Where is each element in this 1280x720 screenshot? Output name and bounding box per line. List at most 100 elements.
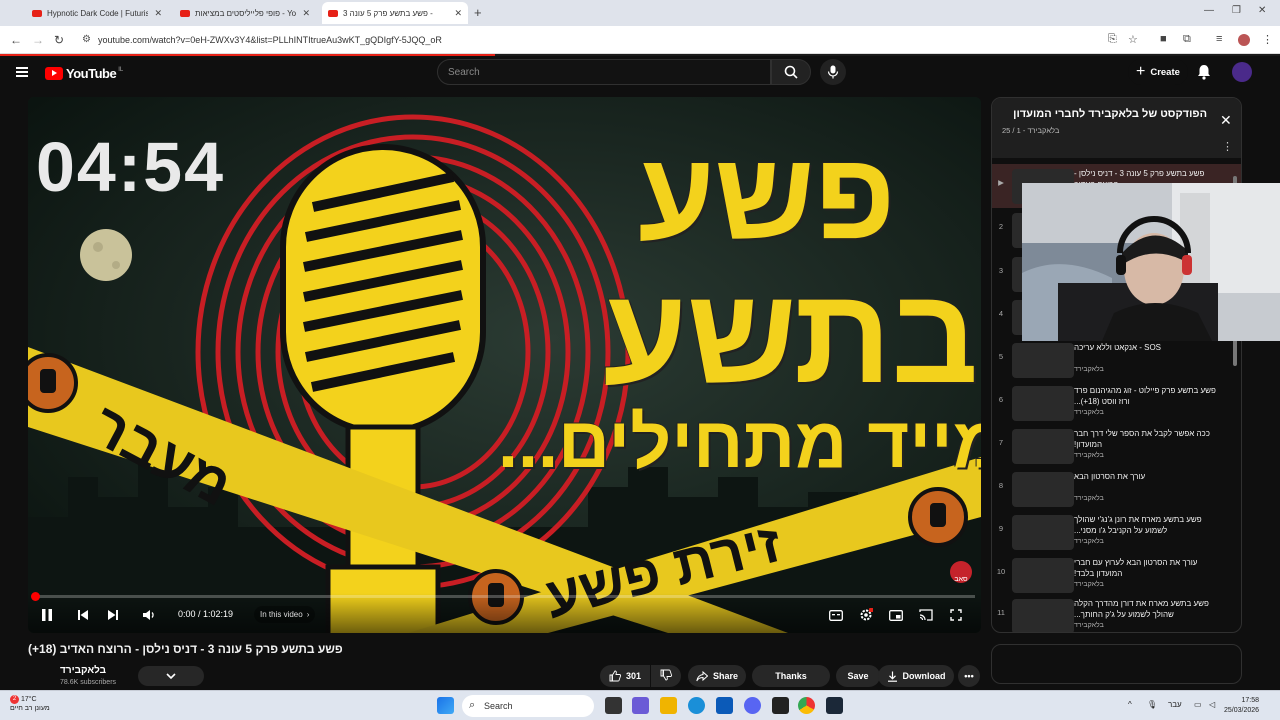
browser-tab[interactable]: פופי פלייליסטים במציאות - YouTube ✕ <box>174 2 316 24</box>
minimize-icon[interactable]: — <box>1204 5 1214 16</box>
tray-mic-icon[interactable]: 🎙 <box>1147 700 1157 709</box>
playlist-item[interactable]: 7 ככה אפשר לקבל את הספר שלי דרך חבר המוע… <box>992 424 1241 468</box>
channel-name[interactable]: בלאקבירד <box>60 665 106 676</box>
download-button[interactable]: Download <box>878 665 954 687</box>
playlist-item[interactable]: 9 פשע בתשע מארח את רונן ג'נג'י שהולך לשמ… <box>992 510 1241 554</box>
url-field[interactable]: ⚙ youtube.com/watch?v=0eH-ZWXv3Y4&list=P… <box>76 30 1096 50</box>
cast-button[interactable] <box>917 607 935 623</box>
skip-next-icon <box>108 610 118 620</box>
seek-bar[interactable] <box>31 592 975 601</box>
previous-button[interactable] <box>74 607 92 623</box>
browser-menu-icon[interactable]: ⋮ <box>1262 33 1273 46</box>
like-button[interactable]: 301 <box>600 665 650 687</box>
playlist-thumbnail <box>1012 599 1074 632</box>
fullscreen-icon <box>950 609 962 621</box>
teams-icon[interactable] <box>632 697 649 714</box>
url-text: youtube.com/watch?v=0eH-ZWXv3Y4&list=PLL… <box>98 35 442 45</box>
next-button[interactable] <box>104 607 122 623</box>
extension-icon[interactable]: ■ <box>1160 33 1167 45</box>
media-controls-icon[interactable]: ≡ <box>1216 33 1222 45</box>
playlist-item[interactable]: 5 SOS - אנקאט וללא עריכה בלאקבירד <box>992 338 1241 382</box>
dislike-button[interactable] <box>651 665 681 687</box>
speaker-icon[interactable]: ◁ <box>1209 700 1215 709</box>
search-icon <box>784 65 798 79</box>
profile-avatar-icon[interactable] <box>1238 34 1250 46</box>
store-icon[interactable] <box>716 697 733 714</box>
steam-icon[interactable] <box>826 697 843 714</box>
search-input[interactable]: Search <box>437 59 771 85</box>
fullscreen-button[interactable] <box>947 607 965 623</box>
save-button[interactable]: Save <box>836 665 880 687</box>
discord-icon[interactable] <box>744 697 761 714</box>
back-icon[interactable]: ← <box>10 33 22 47</box>
browser-tab[interactable]: Hypnotic Dark Code | Futuristic ✕ <box>26 2 168 24</box>
create-button[interactable]: + Create <box>1128 59 1188 85</box>
thumbs-down-icon <box>660 669 673 683</box>
artwork-title-line-3: מייד מתחילים... <box>498 403 981 483</box>
close-tab-icon[interactable]: ✕ <box>454 8 462 19</box>
channel-watermark[interactable]: סאב <box>950 561 972 583</box>
network-icon[interactable]: ▭ <box>1194 700 1202 709</box>
more-actions-button[interactable]: ••• <box>958 665 980 687</box>
close-icon[interactable]: ✕ <box>1220 112 1232 129</box>
close-tab-icon[interactable]: ✕ <box>154 8 162 19</box>
notifications-button[interactable] <box>1197 64 1211 85</box>
video-title: פשע בתשע פרק 5 עונה 3 - דניס נילסן - הרו… <box>28 642 343 656</box>
share-button[interactable]: Share <box>688 665 746 687</box>
playlist-item[interactable]: 10 עורך את הסרטון הבא לערוץ עם חברי המוע… <box>992 553 1241 597</box>
playlist-item-title: ככה אפשר לקבל את הספר שלי דרך חבר המועדו… <box>1074 429 1210 449</box>
thanks-button[interactable]: Thanks <box>752 665 830 687</box>
playlist-item[interactable]: 8 עורך את הסרטון הבא בלאקבירד <box>992 467 1241 511</box>
playlist-thumbnail <box>1012 343 1074 378</box>
bookmark-star-icon[interactable]: ☆ <box>1128 33 1138 46</box>
playlist-item-channel: בלאקבירד <box>1074 581 1104 588</box>
youtube-favicon-icon <box>180 9 190 17</box>
input-language[interactable]: עבר <box>1168 700 1182 709</box>
like-count: 301 <box>625 671 642 681</box>
seek-handle[interactable] <box>31 592 40 601</box>
system-clock[interactable]: 17:58 25/03/2026 <box>1224 696 1259 716</box>
forward-icon[interactable]: → <box>32 33 44 47</box>
chrome-icon[interactable] <box>798 697 815 714</box>
task-view-icon[interactable] <box>605 697 622 714</box>
playlist-index: 9 <box>998 524 1004 533</box>
menu-hamburger-icon[interactable] <box>16 67 28 77</box>
close-tab-icon[interactable]: ✕ <box>302 8 310 19</box>
voice-search-button[interactable] <box>820 59 846 85</box>
windows-start-icon[interactable] <box>437 697 454 714</box>
taskbar-search-label: Search <box>484 701 513 711</box>
account-avatar[interactable] <box>1232 62 1252 82</box>
playlist-title[interactable]: הפודקסט של בלאקבירד לחברי המועדון <box>1013 108 1207 120</box>
playlist-thumbnail <box>1012 558 1074 593</box>
file-explorer-icon[interactable] <box>660 697 677 714</box>
taskbar-search[interactable]: ⌕ Search <box>462 695 594 717</box>
video-player[interactable]: 04:54 פשע בתשע מייד מתחילים... מעבר זירת… <box>28 97 981 633</box>
subscriber-count: 78.6K subscribers <box>60 679 117 686</box>
install-app-icon[interactable]: ⎘ <box>1108 33 1117 46</box>
edge-icon[interactable] <box>688 697 705 714</box>
tray-chevron-up-icon[interactable]: ^ <box>1128 700 1132 709</box>
settings-button[interactable] <box>857 607 875 623</box>
volume-button[interactable] <box>140 607 158 623</box>
tab-title: Hypnotic Dark Code | Futuristic <box>47 8 149 18</box>
subscribe-dropdown-button[interactable] <box>138 666 204 686</box>
pause-button[interactable] <box>38 607 56 623</box>
more-vertical-icon[interactable]: ⋮ <box>1222 140 1233 153</box>
reload-icon[interactable]: ↻ <box>54 33 64 47</box>
tab-title: פשע בתשע פרק 5 עונה 3 - <box>343 8 433 18</box>
search-button[interactable] <box>771 59 811 85</box>
playlist-item[interactable]: 11 פשע בתשע מארח את דורן מהדרך הקלה שהול… <box>992 594 1241 632</box>
captions-button[interactable] <box>827 607 845 623</box>
maximize-icon[interactable]: ❐ <box>1232 5 1241 16</box>
app-icon[interactable] <box>772 697 789 714</box>
close-window-icon[interactable]: ✕ <box>1258 5 1266 16</box>
new-tab-icon[interactable]: + <box>474 5 482 20</box>
youtube-logo[interactable]: YouTube IL <box>45 66 123 81</box>
weather-widget[interactable]: 2 17°C מעונן רב חיים <box>10 695 50 713</box>
playlist-item[interactable]: 6 פשע בתשע פרק פיילוט - זוג מהגיהנום פרד… <box>992 381 1241 425</box>
site-info-icon[interactable]: ⚙ <box>82 34 91 45</box>
browser-tab-active[interactable]: פשע בתשע פרק 5 עונה 3 - ✕ <box>322 2 468 24</box>
in-this-video-chip[interactable]: In this video › <box>254 606 316 623</box>
extensions-puzzle-icon[interactable]: ⧉ <box>1183 33 1191 46</box>
miniplayer-button[interactable] <box>887 607 905 623</box>
